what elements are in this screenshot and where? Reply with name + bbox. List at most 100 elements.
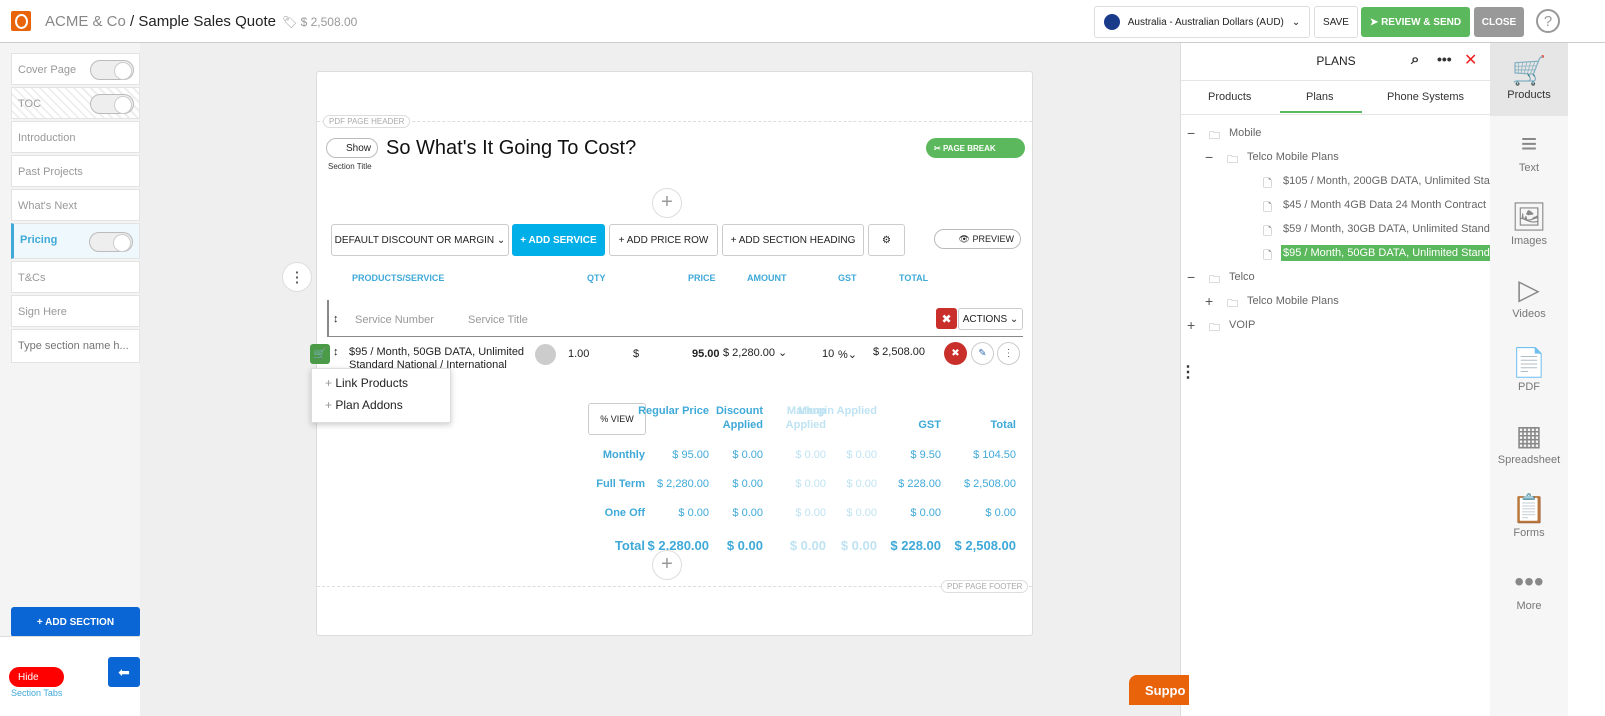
tree-item[interactable]: $105 / Month, 200GB DATA, Unlimited Stan… xyxy=(1281,173,1510,189)
rail-products[interactable]: 🛒 Products xyxy=(1490,43,1568,116)
collapse-sidebar-button[interactable]: ⬅ xyxy=(108,657,140,687)
section-introduction[interactable]: Introduction xyxy=(11,121,140,153)
tab-phone-systems[interactable]: Phone Systems xyxy=(1387,91,1464,103)
delete-row-icon[interactable]: ✖ xyxy=(944,342,967,365)
drag-handle-icon[interactable]: ↕ xyxy=(333,313,339,325)
visibility-toggle[interactable] xyxy=(90,94,134,114)
scrollbar[interactable] xyxy=(1568,43,1605,716)
section-more-icon[interactable]: ⋮ xyxy=(282,262,312,292)
rail-spreadsheet[interactable]: ▦ Spreadsheet xyxy=(1490,408,1568,481)
cart-icon[interactable]: 🛒 xyxy=(310,344,330,364)
resize-handle-icon[interactable]: ⋮ xyxy=(1180,362,1196,382)
company-link[interactable]: ACME & Co xyxy=(45,13,126,30)
help-icon[interactable]: ? xyxy=(1536,9,1560,33)
rail-more[interactable]: ••• More xyxy=(1490,554,1568,627)
rail-text[interactable]: ≡ Text xyxy=(1490,116,1568,189)
total-value: $ 2,508.00 xyxy=(300,15,358,29)
tree-item[interactable]: $59 / Month, 30GB DATA, Unlimited Standa… xyxy=(1281,221,1508,237)
search-icon[interactable]: ⌕ xyxy=(1411,51,1419,68)
section-past-projects[interactable]: Past Projects xyxy=(11,155,140,187)
tree-toggle-icon[interactable]: + xyxy=(1205,293,1213,309)
rail-label: Images xyxy=(1510,235,1548,247)
col-gst: GST xyxy=(838,273,857,283)
preview-toggle[interactable]: 👁 PREVIEW xyxy=(934,229,1021,249)
tab-products[interactable]: Products xyxy=(1208,91,1251,103)
comment-icon[interactable] xyxy=(535,344,556,365)
add-section-heading-button[interactable]: + ADD SECTION HEADING xyxy=(722,224,864,256)
show-title-toggle[interactable]: Show xyxy=(326,138,378,158)
app-logo[interactable] xyxy=(11,11,31,31)
edit-brush-icon[interactable]: ✎ xyxy=(971,342,994,365)
hide-tabs-toggle[interactable]: Hide xyxy=(9,667,64,687)
section-cover-page[interactable]: Cover Page xyxy=(11,53,140,85)
service-number-field[interactable]: Service Number xyxy=(355,314,434,326)
row-more-icon[interactable]: ⋮ xyxy=(997,342,1020,365)
section-sign-here[interactable]: Sign Here xyxy=(11,295,140,327)
tree-item[interactable]: Telco Mobile Plans xyxy=(1245,149,1341,165)
discount-dropdown[interactable]: DEFAULT DISCOUNT OR MARGIN ⌄ xyxy=(331,224,509,256)
currency-select[interactable]: Australia - Australian Dollars (AUD) ⌄ xyxy=(1094,6,1310,38)
price-value[interactable]: 95.00 xyxy=(692,348,720,360)
add-content-button[interactable]: + xyxy=(652,550,682,580)
pdf-page-header-tag[interactable]: PDF PAGE HEADER xyxy=(323,115,411,128)
section-title[interactable]: So What's It Going To Cost? xyxy=(386,137,636,160)
settings-gears-icon[interactable]: ⚙ xyxy=(868,224,905,256)
pdf-page-footer-tag[interactable]: PDF PAGE FOOTER xyxy=(941,580,1029,593)
summary-header: GST xyxy=(918,419,941,431)
actions-dropdown[interactable]: ACTIONS ⌄ xyxy=(958,308,1023,330)
qty-value[interactable]: 1.00 xyxy=(568,348,589,360)
tree-toggle-icon[interactable]: + xyxy=(1187,317,1195,333)
visibility-toggle[interactable] xyxy=(89,232,133,252)
support-button[interactable]: Suppo xyxy=(1129,675,1189,705)
delete-group-icon[interactable]: ✖ xyxy=(936,308,957,329)
text-icon: ≡ xyxy=(1520,128,1538,159)
review-send-button[interactable]: ➤ REVIEW & SEND xyxy=(1361,7,1470,37)
gst-value[interactable]: 10 xyxy=(822,348,834,360)
more-options-icon[interactable]: ••• xyxy=(1437,51,1452,67)
service-title-field[interactable]: Service Title xyxy=(468,314,528,326)
visibility-toggle[interactable] xyxy=(90,60,134,80)
rail-label: PDF xyxy=(1518,381,1540,393)
tree-item[interactable]: $45 / Month 4GB Data 24 Month Contract xyxy=(1281,197,1488,213)
folder-icon: 🗀 xyxy=(1209,322,1220,334)
rail-pdf[interactable]: 📄 PDF xyxy=(1490,335,1568,408)
hide-label: Hide xyxy=(18,671,39,683)
save-button[interactable]: SAVE xyxy=(1314,6,1358,38)
menu-link-products[interactable]: + Link Products xyxy=(325,376,408,390)
add-section-button[interactable]: + ADD SECTION xyxy=(11,607,140,637)
rail-videos[interactable]: ▷ Videos xyxy=(1490,262,1568,335)
summary-header: Total xyxy=(990,419,1016,431)
gst-unit-dropdown[interactable]: %⌄ xyxy=(838,348,857,361)
add-price-row-button[interactable]: + ADD PRICE ROW xyxy=(609,224,718,256)
page-break-toggle[interactable]: ✂ PAGE BREAK xyxy=(926,138,1025,158)
tree-item[interactable]: Mobile xyxy=(1227,125,1263,141)
menu-plan-addons[interactable]: + Plan Addons xyxy=(325,398,403,412)
plans-panel: PLANS ⌕ ••• ✕ Products Plans Phone Syste… xyxy=(1180,43,1508,716)
new-section-input[interactable] xyxy=(11,329,140,363)
close-panel-icon[interactable]: ✕ xyxy=(1464,50,1477,70)
drag-handle-icon[interactable]: ↕ xyxy=(333,346,339,358)
tree-item[interactable]: VOIP xyxy=(1227,317,1257,333)
rail-label: Products xyxy=(1507,89,1551,101)
section-label: Pricing xyxy=(20,234,58,246)
tree-toggle-icon[interactable]: − xyxy=(1205,149,1213,165)
content-rail: 🛒 Products ≡ Text 🖼 Images ▷ Videos 📄 PDF ▦ Spreads… xyxy=(1490,43,1568,716)
amount-dropdown[interactable]: $ 2,280.00 ⌄ xyxy=(723,346,787,359)
add-content-button[interactable]: + xyxy=(652,188,682,218)
tree-item[interactable]: $95 / Month, 50GB DATA, Unlimited Standa… xyxy=(1281,245,1508,261)
tree-item[interactable]: Telco xyxy=(1227,269,1257,285)
tree-item[interactable]: Telco Mobile Plans xyxy=(1245,293,1341,309)
tree-toggle-icon[interactable]: − xyxy=(1187,125,1195,141)
rail-forms[interactable]: 📋 Forms xyxy=(1490,481,1568,554)
tree-toggle-icon[interactable]: − xyxy=(1187,269,1195,285)
section-toc[interactable]: TOC xyxy=(11,87,140,119)
doc-title[interactable]: Sample Sales Quote xyxy=(138,13,276,30)
section-tcs[interactable]: T&Cs xyxy=(11,261,140,293)
tab-plans[interactable]: Plans xyxy=(1306,91,1334,103)
add-service-button[interactable]: + ADD SERVICE xyxy=(512,224,605,256)
rail-images[interactable]: 🖼 Images xyxy=(1490,189,1568,262)
product-name[interactable]: $95 / Month, 50GB DATA, Unlimited Standa… xyxy=(349,346,529,370)
section-pricing[interactable]: Pricing xyxy=(11,223,140,259)
section-whats-next[interactable]: What's Next xyxy=(11,189,140,221)
close-button[interactable]: CLOSE xyxy=(1474,7,1524,37)
